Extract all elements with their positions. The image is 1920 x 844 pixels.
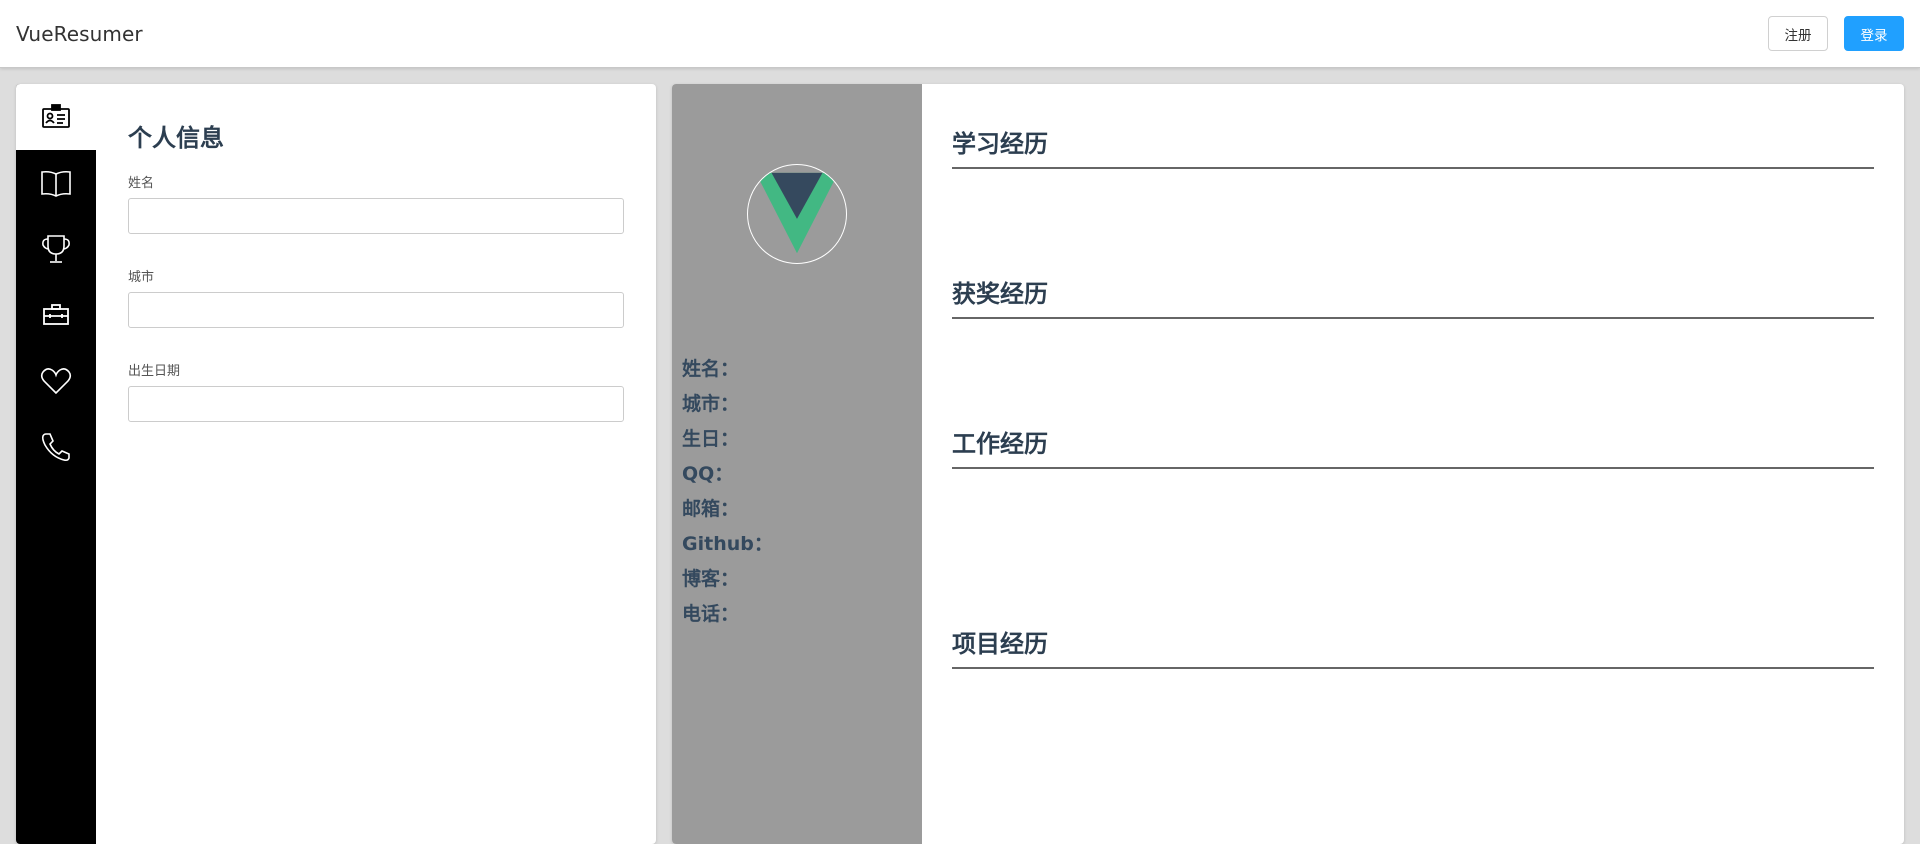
sidebar-item-contact[interactable] [16, 414, 96, 480]
heart-icon [40, 368, 72, 395]
info-blog: 博客： [682, 568, 740, 590]
sidebar-item-education[interactable] [16, 150, 96, 216]
section-title: 获奖经历 [952, 280, 1048, 308]
profile-card-icon [42, 104, 70, 128]
section-title: 学习经历 [952, 130, 1048, 158]
form-title: 个人信息 [128, 124, 224, 152]
section-education: 学习经历 [952, 124, 1874, 169]
app-logo[interactable]: VueResumer [16, 22, 143, 46]
city-input[interactable] [128, 292, 624, 328]
info-name: 姓名： [682, 358, 740, 380]
book-icon [41, 170, 71, 197]
name-input[interactable] [128, 198, 624, 234]
info-email: 邮箱： [682, 498, 740, 520]
avatar [747, 164, 847, 264]
sidebar-item-hobbies[interactable] [16, 348, 96, 414]
section-awards: 获奖经历 [952, 274, 1874, 319]
info-birthday: 生日： [682, 428, 740, 450]
trophy-icon [42, 235, 70, 263]
register-button[interactable]: 注册 [1768, 16, 1828, 51]
info-qq: QQ： [682, 463, 734, 485]
auth-actions: 注册 登录 [1768, 16, 1904, 51]
info-github: Github： [682, 533, 773, 555]
briefcase-icon [43, 304, 69, 325]
birthdate-label: 出生日期 [128, 364, 181, 379]
section-title: 项目经历 [952, 630, 1048, 658]
birthdate-input[interactable] [128, 386, 624, 422]
sidebar-item-awards[interactable] [16, 216, 96, 282]
section-title: 工作经历 [952, 430, 1048, 458]
info-phone: 电话： [682, 603, 740, 625]
info-city: 城市： [682, 393, 740, 415]
vue-logo-icon [755, 172, 839, 254]
name-label: 姓名 [128, 176, 155, 191]
preview-sidebar: 姓名： 城市： 生日： QQ： 邮箱： Github： 博客： 电话： [672, 84, 922, 844]
phone-icon [41, 433, 70, 462]
top-navbar: VueResumer 注册 登录 [0, 0, 1920, 68]
resume-preview: 姓名： 城市： 生日： QQ： 邮箱： Github： 博客： 电话： 学习经历… [672, 84, 1904, 844]
city-label: 城市 [128, 270, 155, 285]
section-work: 工作经历 [952, 424, 1874, 469]
editor-sidebar [16, 84, 96, 844]
section-projects: 项目经历 [952, 624, 1874, 669]
sidebar-item-work[interactable] [16, 282, 96, 348]
login-button[interactable]: 登录 [1844, 16, 1904, 51]
resume-editor: 个人信息 姓名 城市 出生日期 [16, 84, 656, 844]
sidebar-item-profile[interactable] [16, 84, 96, 150]
